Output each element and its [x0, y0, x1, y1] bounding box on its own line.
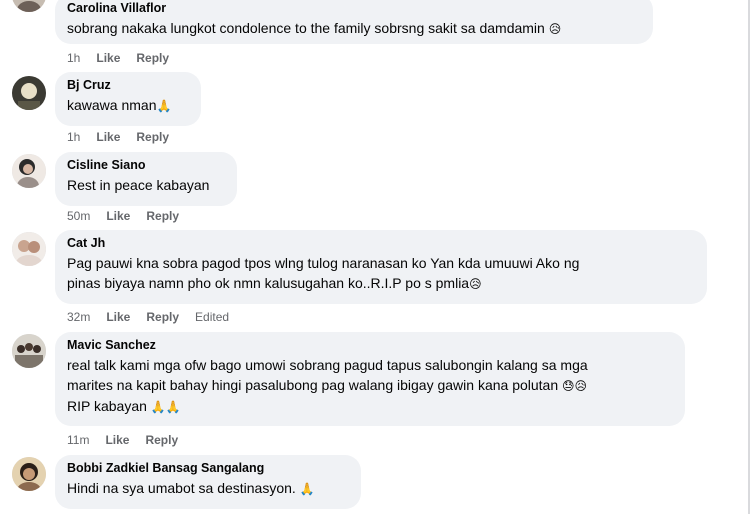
comment-author[interactable]: Carolina Villaflor — [67, 0, 641, 16]
comment-author[interactable]: Mavic Sanchez — [67, 337, 673, 353]
comment-text-line: RIP kabayan — [67, 398, 147, 414]
reply-button[interactable]: Reply — [146, 209, 179, 223]
comment-actions: 1h Like Reply — [67, 51, 169, 65]
comment-author[interactable]: Cisline Siano — [67, 157, 225, 173]
comment-actions: 50m Like Reply — [67, 209, 179, 223]
avatar[interactable] — [12, 334, 46, 368]
comment-timestamp[interactable]: 1h — [67, 130, 80, 144]
praying-hands-emoji: 🙏 — [299, 482, 315, 496]
comment-timestamp[interactable]: 32m — [67, 310, 90, 324]
sad-emoji: 😥 — [548, 22, 562, 36]
comment-actions: 11m Like Reply — [67, 433, 178, 447]
comment-text-body: Hindi na sya umabot sa destinasyon. — [67, 480, 296, 496]
comment-bubble: Carolina Villaflor sobrang nakaka lungko… — [55, 0, 653, 44]
comment-timestamp[interactable]: 11m — [67, 433, 89, 447]
avatar[interactable] — [12, 232, 46, 266]
comment-text: Rest in peace kabayan — [67, 177, 210, 193]
reply-button[interactable]: Reply — [145, 433, 178, 447]
comment-timestamp[interactable]: 1h — [67, 51, 80, 65]
avatar[interactable] — [12, 76, 46, 110]
comment-text: kawawa nman🙏 — [67, 95, 189, 116]
comment-text: real talk kami mga ofw bago umowi sobran… — [67, 355, 673, 417]
comment-author[interactable]: Bj Cruz — [67, 77, 189, 93]
comment-actions: 32m Like Reply Edited — [67, 310, 229, 324]
comment-bubble: Mavic Sanchez real talk kami mga ofw bag… — [55, 332, 685, 426]
sad-emoji: 😥 — [469, 277, 482, 291]
comment-actions: 1h Like Reply — [67, 130, 169, 144]
comment-bubble: Cat Jh Pag pauwi kna sobra pagod tpos wl… — [55, 230, 707, 304]
like-button[interactable]: Like — [96, 51, 120, 65]
avatar[interactable] — [12, 0, 46, 12]
comment-bubble: Bobbi Zadkiel Bansag Sangalang Hindi na … — [55, 455, 361, 509]
like-button[interactable]: Like — [106, 310, 130, 324]
avatar[interactable] — [12, 154, 46, 188]
avatar[interactable] — [12, 457, 46, 491]
reply-button[interactable]: Reply — [146, 310, 179, 324]
comment-author[interactable]: Cat Jh — [67, 235, 695, 251]
comment-bubble: Cisline Siano Rest in peace kabayan — [55, 152, 237, 206]
comment-text: sobrang nakaka lungkot condolence to the… — [67, 18, 641, 39]
comment-author[interactable]: Bobbi Zadkiel Bansag Sangalang — [67, 460, 349, 476]
comment-bubble: Bj Cruz kawawa nman🙏 — [55, 72, 201, 126]
like-button[interactable]: Like — [106, 209, 130, 223]
comment-text-body: real talk kami mga ofw bago umowi sobran… — [67, 357, 588, 393]
comment-timestamp[interactable]: 50m — [67, 209, 90, 223]
comment-text: Pag pauwi kna sobra pagod tpos wlng tulo… — [67, 253, 695, 294]
comment-text-body: sobrang nakaka lungkot condolence to the… — [67, 20, 545, 36]
reply-button[interactable]: Reply — [136, 51, 169, 65]
comment-text-body: kawawa nman — [67, 97, 157, 113]
like-button[interactable]: Like — [105, 433, 129, 447]
sad-emoji: 😓😥 — [562, 379, 588, 393]
reply-button[interactable]: Reply — [136, 130, 169, 144]
praying-hands-emoji: 🙏🙏 — [150, 400, 181, 414]
edited-label[interactable]: Edited — [195, 310, 229, 324]
comment-text: Hindi na sya umabot sa destinasyon. 🙏 — [67, 478, 349, 499]
comment-text-body: Pag pauwi kna sobra pagod tpos wlng tulo… — [67, 255, 580, 291]
like-button[interactable]: Like — [96, 130, 120, 144]
praying-hands-emoji: 🙏 — [156, 99, 172, 113]
